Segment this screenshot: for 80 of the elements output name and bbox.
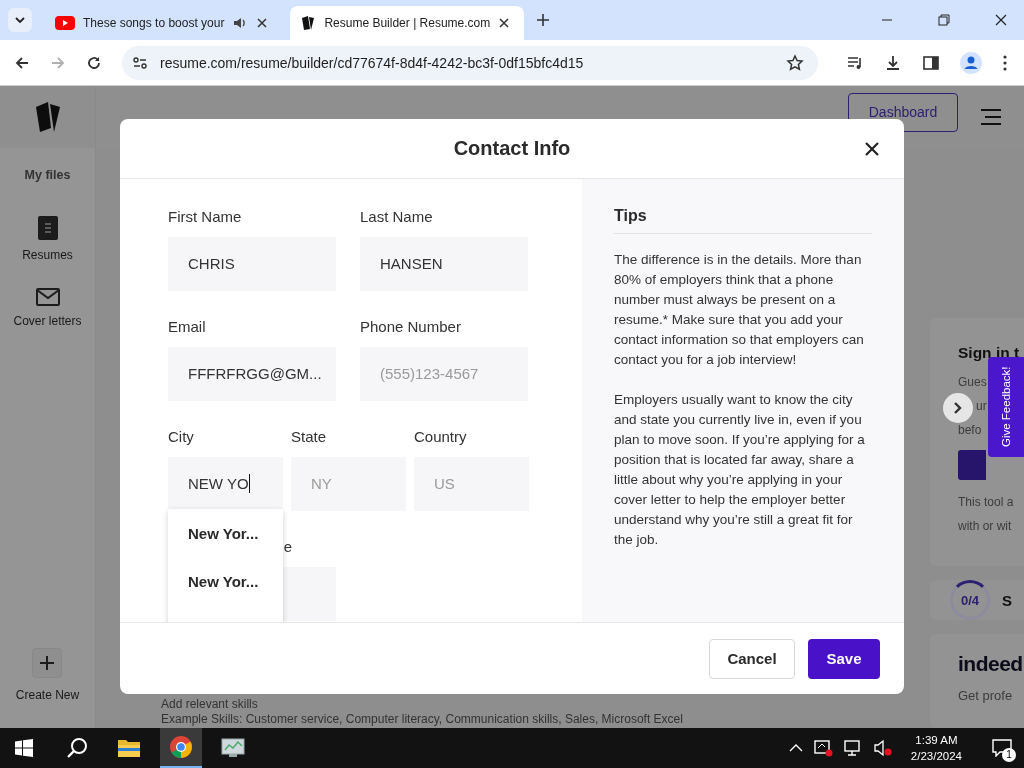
suggestion-item[interactable]: New Yor...	[168, 571, 283, 619]
pages-icon	[300, 15, 317, 31]
field-label: Phone Number	[360, 317, 462, 337]
message-icon	[992, 739, 1012, 757]
card-title: S	[1002, 591, 1012, 609]
menu-icon[interactable]	[980, 108, 1002, 126]
close-icon[interactable]	[864, 141, 880, 157]
video-play-icon	[55, 16, 75, 30]
network-alert-icon[interactable]	[812, 739, 833, 757]
system-clock[interactable]: 1:39 AM 2/23/2024	[902, 732, 970, 764]
chevron-up-icon[interactable]	[788, 743, 803, 753]
sidebar-item[interactable]: Resumes	[22, 216, 73, 262]
feedback-tab[interactable]: Give Feedback!	[988, 357, 1024, 457]
muted-speaker-icon[interactable]	[872, 739, 893, 757]
reload-icon[interactable]	[86, 54, 102, 71]
browser-tab[interactable]: Resume Builder | Resume.com	[290, 6, 525, 40]
download-icon[interactable]	[884, 53, 902, 72]
tab-title: These songs to boost your	[83, 16, 225, 30]
close-icon[interactable]	[498, 17, 511, 29]
create-new-button[interactable]: Create New	[15, 648, 80, 702]
chevron-right-icon	[953, 402, 963, 414]
indeed-logo: indeed	[958, 652, 1024, 676]
field-label: Country	[414, 427, 468, 447]
field-label: City	[168, 427, 195, 447]
menu-icon[interactable]	[1002, 53, 1008, 72]
field-label: Email	[168, 317, 207, 337]
card-text: Get profe	[958, 687, 1013, 705]
suggestion-item[interactable]: New Yor...	[168, 523, 283, 571]
document-icon	[37, 216, 58, 240]
field-label: State	[291, 427, 328, 447]
notification-count: 1	[1002, 748, 1016, 762]
browser-tab[interactable]: These songs to boost your	[45, 6, 283, 40]
card-text: ur	[975, 398, 987, 415]
dialog-title: Contact Info	[453, 137, 571, 160]
site-settings-icon[interactable]	[132, 54, 148, 71]
address-field[interactable]: resume.com/resume/builder/cd77674f-8d4f-4242-bc3f-0df15bfc4d15	[122, 45, 818, 80]
new-tab-icon[interactable]	[536, 13, 551, 27]
envelope-icon	[35, 288, 60, 306]
card-text: Gues	[958, 374, 987, 391]
cancel-button[interactable]: Cancel	[709, 638, 795, 679]
card-text: with or wit	[958, 518, 1012, 535]
tips-title: Tips	[614, 207, 872, 234]
save-button[interactable]: Save	[808, 638, 880, 679]
logo-icon[interactable]	[33, 101, 62, 133]
field-label: First Name	[168, 207, 243, 227]
close-icon[interactable]	[256, 17, 269, 29]
tips-paragraph: Employers usually want to know the city and state you currently live in, even if you plan to move soon. If you’re applying for a position that is located far away, share a little about why you’re applying in your cover letter to help the employer better understand why you’re still a great fit for the job.	[614, 391, 866, 549]
card-text: This tool a	[958, 494, 1014, 511]
chrome-icon	[169, 735, 193, 759]
restore-icon[interactable]	[938, 14, 950, 26]
star-icon[interactable]	[786, 53, 804, 72]
taskbar-app[interactable]	[160, 728, 202, 768]
progress-ring: 0/4	[950, 580, 990, 620]
notification-button[interactable]: 1	[980, 728, 1024, 768]
text-cursor-icon	[248, 473, 250, 493]
input-field[interactable]: NEW YO	[168, 457, 283, 511]
tab-search-button[interactable]	[8, 8, 32, 32]
profile-icon[interactable]	[960, 51, 982, 74]
input-field[interactable]: CHRIS	[168, 237, 336, 291]
side-panel-icon[interactable]	[922, 53, 940, 72]
close-icon[interactable]	[995, 14, 1007, 26]
tab-title: Resume Builder | Resume.com	[324, 16, 491, 30]
network-icon[interactable]	[842, 739, 863, 757]
sidebar-item[interactable]: Cover letters	[13, 288, 82, 328]
section-title: Add relevant skills	[161, 697, 259, 712]
sidebar-heading: My files	[24, 168, 71, 182]
input-field[interactable]: FFFRFRGG@GM...	[168, 347, 336, 401]
field-label: Last Name	[360, 207, 434, 227]
plus-icon	[32, 648, 63, 678]
monitor-icon	[220, 737, 246, 759]
search-icon	[66, 737, 88, 759]
tips-paragraph: The difference is in the details. More than 80% of employers think that a phone number must always be present on a resume.* Make sure that you add your contact information so that employers can contact you for a job interview!	[614, 251, 865, 369]
field-label: e	[282, 537, 292, 557]
chevron-down-icon	[14, 14, 26, 26]
card-text: befo	[958, 422, 982, 439]
folder-icon	[117, 738, 141, 758]
skills-example: Example Skills: Customer service, Computer literacy, Communication skills, Sales, Microsoft Excel	[161, 712, 684, 727]
windows-start-icon[interactable]	[15, 739, 33, 757]
back-icon[interactable]	[14, 54, 30, 71]
input-field[interactable]: HANSEN	[360, 237, 528, 291]
